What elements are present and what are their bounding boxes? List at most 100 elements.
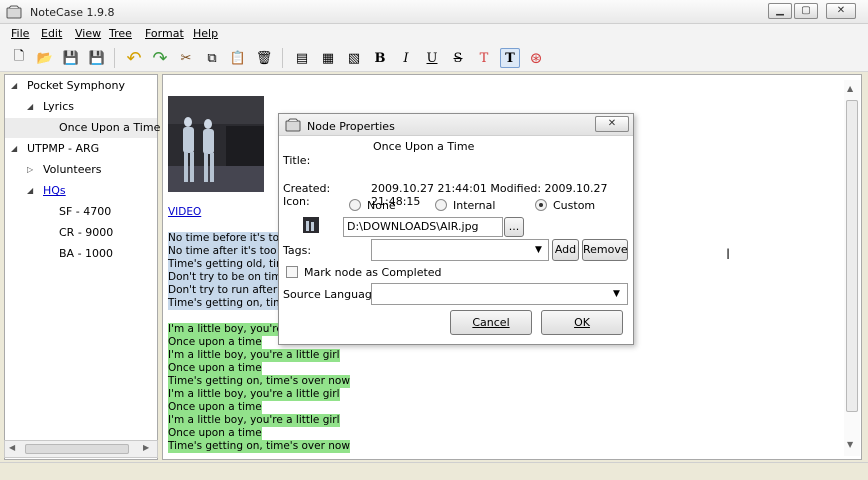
editor-vertical-scrollbar[interactable]: ▲ ▼: [844, 80, 860, 456]
redo-icon[interactable]: ↷: [150, 48, 170, 69]
scroll-down-icon[interactable]: ▼: [847, 440, 853, 449]
tree-node-selected[interactable]: Once Upon a Time: [5, 118, 161, 138]
delete-node-icon[interactable]: ▧: [344, 48, 364, 68]
tree-node[interactable]: BA - 1000: [5, 244, 157, 264]
minimize-button[interactable]: ▁: [768, 3, 792, 19]
lyric-line: Time's getting on, time': [168, 297, 293, 310]
custom-icon-preview: [303, 217, 319, 233]
menu-tree[interactable]: Tree: [109, 27, 132, 40]
tree-horizontal-scrollbar[interactable]: ◀ ▶: [4, 440, 158, 458]
dialog-close-button[interactable]: ✕: [595, 116, 629, 132]
dropdown-arrow-icon[interactable]: ▼: [535, 245, 542, 255]
scrollbar-thumb[interactable]: [25, 444, 129, 454]
lyric-line: Time's getting on, time's over now: [168, 375, 350, 388]
lyric-line: No time after it's too la: [168, 245, 290, 258]
lyric-line: Don't try to be on time: [168, 271, 288, 284]
expand-arrow-icon[interactable]: ◢: [11, 76, 17, 96]
tree-node[interactable]: SF - 4700: [5, 202, 157, 222]
status-bar: [0, 462, 868, 480]
video-link[interactable]: VIDEO: [168, 206, 201, 219]
help-icon[interactable]: ⊛: [526, 48, 546, 68]
paste-icon[interactable]: 📋: [228, 48, 248, 68]
ok-button[interactable]: OK: [541, 310, 623, 335]
menu-format[interactable]: Format: [145, 27, 184, 40]
dialog-title: Node Properties: [307, 120, 395, 133]
tree-node[interactable]: ◢ UTPMP - ARG: [5, 139, 157, 159]
menu-bar: File Edit View Tree Format Help: [0, 24, 868, 44]
icon-path-field[interactable]: D:\DOWNLOADS\AIR.jpg: [343, 217, 503, 237]
tree-node-label: CR - 9000: [59, 226, 114, 239]
icon-none-radio[interactable]: [349, 199, 361, 211]
title-field[interactable]: Once Upon a Time: [369, 139, 631, 183]
icon-internal-radio[interactable]: [435, 199, 447, 211]
icon-label: Icon:: [283, 195, 310, 208]
text-background-icon[interactable]: T: [500, 48, 520, 68]
source-language-combobox[interactable]: [371, 283, 628, 305]
lyric-line: Once upon a time: [168, 427, 262, 440]
open-folder-icon[interactable]: 📂: [35, 48, 55, 68]
tree-pane[interactable]: ◢ Pocket Symphony ◢ Lyrics Once Upon a T…: [4, 74, 161, 460]
lyric-line: Once upon a time: [168, 401, 262, 414]
app-logo-icon: [285, 118, 301, 132]
collapsed-arrow-icon[interactable]: ▷: [27, 160, 33, 180]
cancel-button[interactable]: Cancel: [450, 310, 532, 335]
scroll-right-icon[interactable]: ▶: [143, 443, 149, 452]
expand-arrow-icon[interactable]: ◢: [27, 181, 33, 201]
strikethrough-icon[interactable]: S: [448, 48, 468, 68]
tags-combobox[interactable]: [371, 239, 549, 261]
lyric-line: I'm a little boy, you're a little girl: [168, 349, 340, 362]
window-title-bar: NoteCase 1.9.8 ▁ ▢ ✕: [0, 0, 868, 24]
italic-icon[interactable]: I: [396, 48, 416, 68]
dialog-title-bar: Node Properties ✕: [279, 114, 633, 136]
tree-node-label: UTPMP - ARG: [27, 142, 100, 155]
icon-custom-label: Custom: [553, 199, 596, 212]
lyric-line: Don't try to run after ti: [168, 284, 288, 297]
menu-file[interactable]: File: [11, 27, 29, 40]
tree-node[interactable]: ◢ HQs: [5, 181, 157, 201]
icon-custom-radio[interactable]: [535, 199, 547, 211]
scrollbar-thumb[interactable]: [846, 100, 858, 412]
insert-node-icon[interactable]: ▤: [292, 48, 312, 68]
mark-completed-label: Mark node as Completed: [304, 266, 442, 279]
underline-icon[interactable]: U: [422, 48, 442, 68]
toolbar-separator: [114, 48, 115, 68]
tree-node[interactable]: ◢ Pocket Symphony: [5, 76, 157, 96]
created-label: Created:: [283, 182, 331, 195]
expand-arrow-icon[interactable]: ◢: [11, 139, 17, 159]
mark-completed-checkbox[interactable]: [286, 266, 298, 278]
bold-icon[interactable]: B: [370, 48, 390, 68]
browse-button[interactable]: ...: [504, 217, 524, 237]
maximize-button[interactable]: ▢: [794, 3, 818, 19]
tree-node-label: BA - 1000: [59, 247, 114, 260]
close-button[interactable]: ✕: [826, 3, 856, 19]
scroll-left-icon[interactable]: ◀: [9, 443, 15, 452]
new-document-icon[interactable]: 🗋: [9, 48, 29, 68]
expand-arrow-icon[interactable]: ◢: [27, 97, 33, 117]
menu-help[interactable]: Help: [193, 27, 218, 40]
undo-icon[interactable]: ↶: [124, 48, 144, 69]
dialog-body: Title: Once Upon a Time Created: 2009.10…: [279, 137, 633, 344]
title-label: Title:: [283, 154, 311, 167]
add-tag-button[interactable]: Add: [552, 239, 579, 261]
cut-icon[interactable]: ✂: [176, 48, 196, 68]
save-icon[interactable]: 💾: [61, 48, 81, 68]
scroll-up-icon[interactable]: ▲: [847, 84, 853, 93]
dropdown-arrow-icon[interactable]: ▼: [613, 289, 620, 299]
tree-node[interactable]: ▷ Volunteers: [5, 160, 157, 180]
tree-node-label: Volunteers: [43, 163, 102, 176]
tree-node[interactable]: CR - 9000: [5, 223, 157, 243]
insert-child-node-icon[interactable]: ▦: [318, 48, 338, 68]
menu-edit[interactable]: Edit: [41, 27, 62, 40]
remove-tag-button[interactable]: Remove: [582, 239, 628, 261]
tree-node[interactable]: ◢ Lyrics: [5, 97, 157, 117]
window-title: NoteCase 1.9.8: [30, 6, 115, 19]
icon-none-label: None: [367, 199, 396, 212]
save-as-icon[interactable]: 💾: [87, 48, 107, 68]
copy-icon[interactable]: ⧉: [202, 48, 222, 68]
text-color-icon[interactable]: T: [474, 48, 494, 68]
lyric-line: I'm a little boy, you're a little girl: [168, 388, 340, 401]
delete-icon[interactable]: 🗑: [254, 48, 274, 68]
tree-node-label: Once Upon a Time: [59, 121, 161, 134]
lyric-line: No time before it's too: [168, 232, 286, 245]
menu-view[interactable]: View: [75, 27, 101, 40]
